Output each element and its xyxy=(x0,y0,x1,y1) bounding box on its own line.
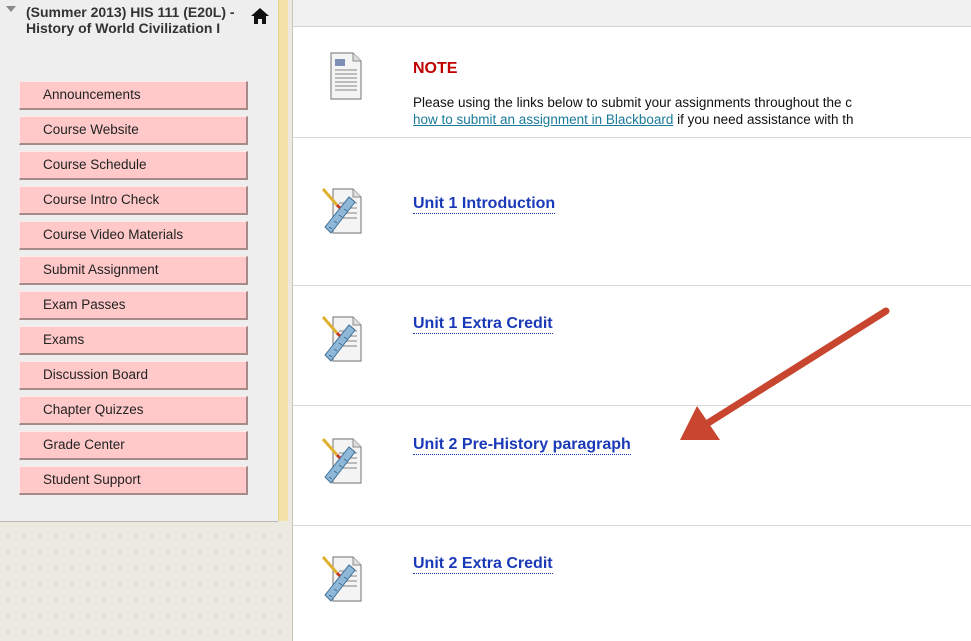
assignment-icon xyxy=(321,188,362,234)
submit-help-link[interactable]: how to submit an assignment in Blackboar… xyxy=(413,112,673,127)
note-text-after: if you need assistance with th xyxy=(673,112,854,127)
assignment-link-unit2-extra-credit[interactable]: Unit 2 Extra Credit xyxy=(413,555,553,574)
menu-item-submit-assignment[interactable]: Submit Assignment xyxy=(19,256,248,285)
content-list: NOTE Please using the links below to sub… xyxy=(293,27,971,641)
note-title: NOTE xyxy=(413,60,458,77)
assignment-link-unit1-extra-credit[interactable]: Unit 1 Extra Credit xyxy=(413,315,553,334)
assignment-link-unit1-introduction[interactable]: Unit 1 Introduction xyxy=(413,195,556,214)
content-header-bar xyxy=(293,0,971,27)
note-body: Please using the links below to submit y… xyxy=(413,94,971,128)
content-item-unit1-intro: Unit 1 Introduction xyxy=(293,137,971,286)
menu-item-announcements[interactable]: Announcements xyxy=(19,81,248,110)
menu-item-discussion-board[interactable]: Discussion Board xyxy=(19,361,248,390)
note-text: Please using the links below to submit y… xyxy=(413,95,852,110)
menu-resize-strip[interactable] xyxy=(278,0,288,521)
left-pane: (Summer 2013) HIS 111 (E20L) - History o… xyxy=(0,0,293,641)
document-icon xyxy=(330,52,362,100)
assignment-link-unit2-prehistory-paragraph[interactable]: Unit 2 Pre-History paragraph xyxy=(413,436,631,455)
menu-item-exams[interactable]: Exams xyxy=(19,326,248,355)
assignment-icon xyxy=(321,438,362,484)
content-item-unit2-prehistory: Unit 2 Pre-History paragraph xyxy=(293,405,971,526)
menu-item-exam-passes[interactable]: Exam Passes xyxy=(19,291,248,320)
assignment-icon xyxy=(321,556,362,602)
menu-item-grade-center[interactable]: Grade Center xyxy=(19,431,248,460)
note-item: NOTE Please using the links below to sub… xyxy=(293,27,971,138)
menu-item-course-website[interactable]: Course Website xyxy=(19,116,248,145)
assignment-icon xyxy=(321,316,362,362)
course-title[interactable]: (Summer 2013) HIS 111 (E20L) - History o… xyxy=(26,4,246,36)
menu-item-course-video-materials[interactable]: Course Video Materials xyxy=(19,221,248,250)
course-menu: (Summer 2013) HIS 111 (E20L) - History o… xyxy=(0,0,278,522)
content-item-unit2-extra: Unit 2 Extra Credit xyxy=(293,525,971,641)
content-item-unit1-extra: Unit 1 Extra Credit xyxy=(293,285,971,406)
menu-item-student-support[interactable]: Student Support xyxy=(19,466,248,495)
collapse-triangle-icon[interactable] xyxy=(6,6,16,12)
menu-item-chapter-quizzes[interactable]: Chapter Quizzes xyxy=(19,396,248,425)
course-menu-list: Announcements Course Website Course Sche… xyxy=(19,81,248,501)
menu-item-course-intro-check[interactable]: Course Intro Check xyxy=(19,186,248,215)
menu-item-course-schedule[interactable]: Course Schedule xyxy=(19,151,248,180)
home-icon[interactable] xyxy=(250,6,270,26)
